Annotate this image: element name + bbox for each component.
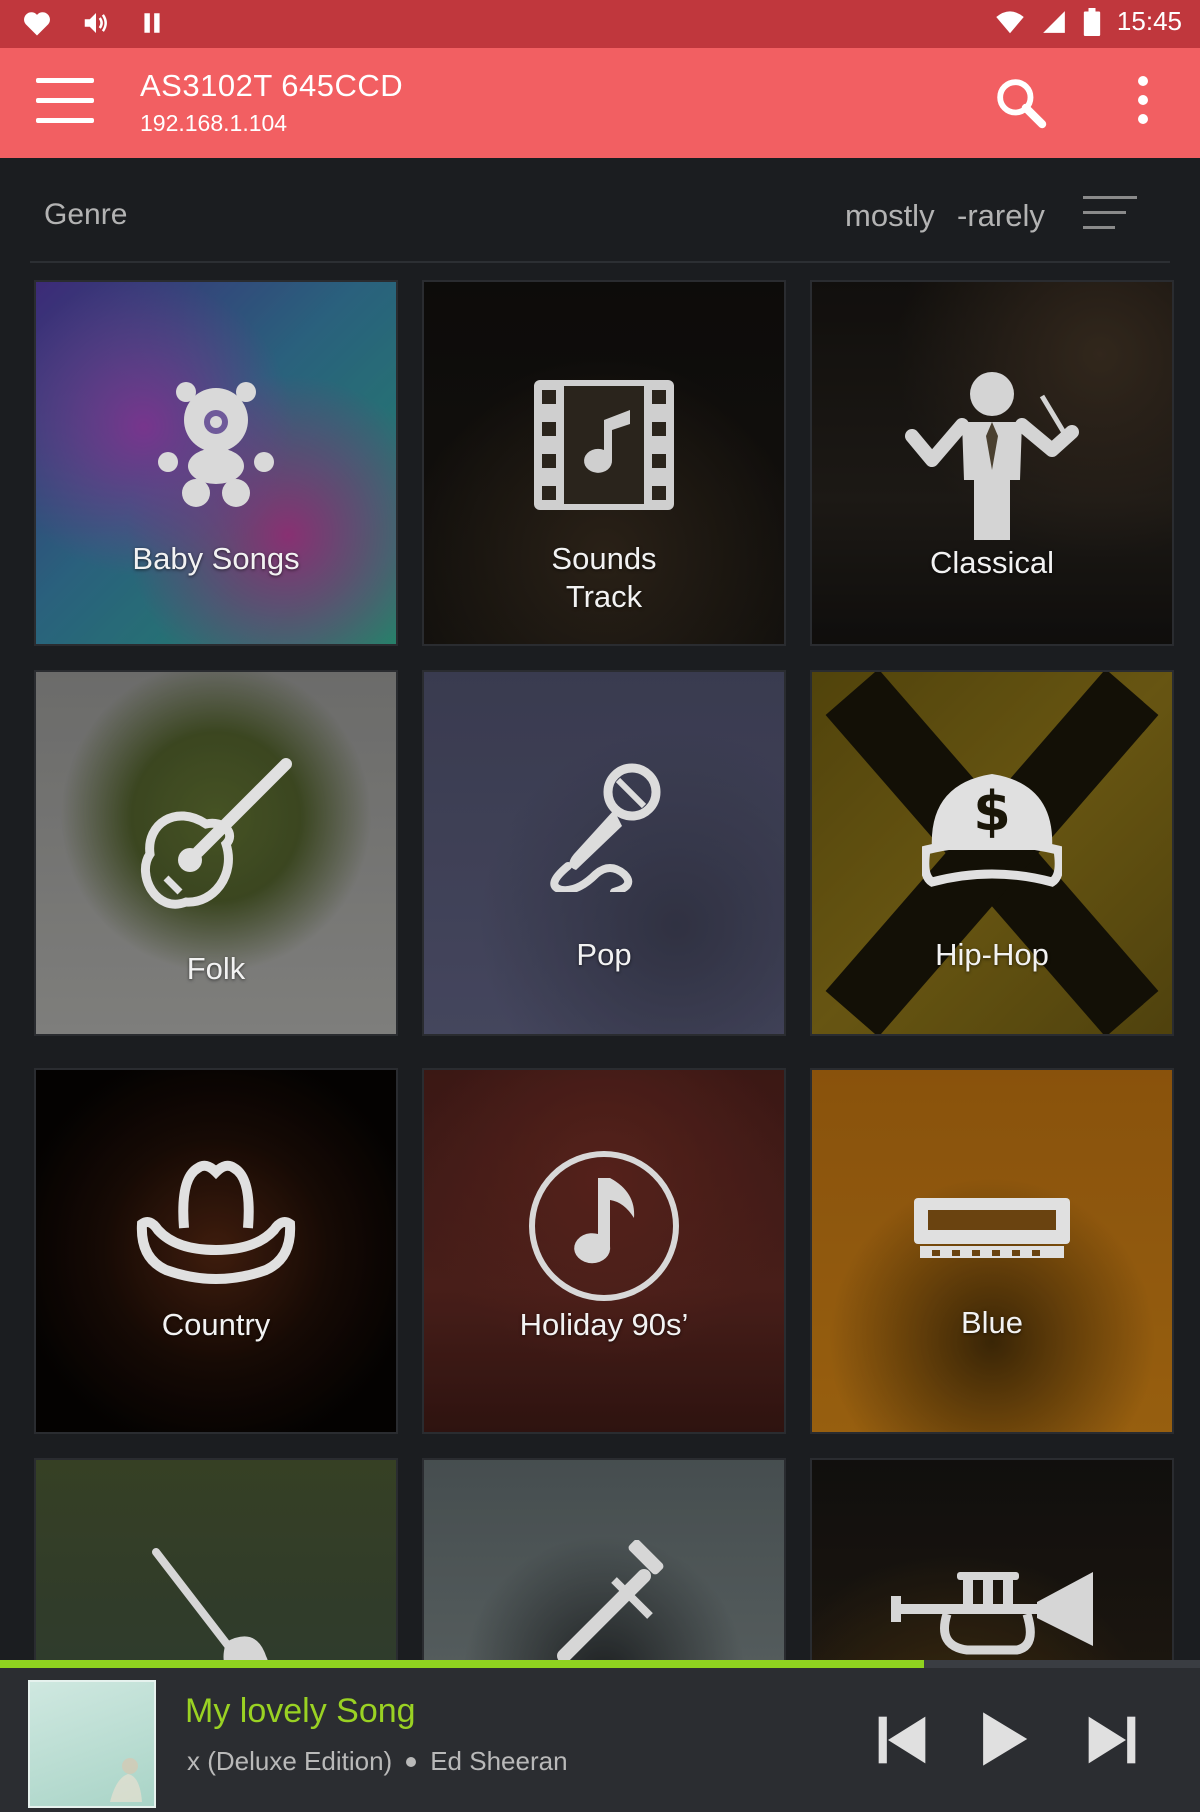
- album-art[interactable]: [28, 1680, 156, 1808]
- genre-label: Classical: [929, 545, 1055, 580]
- genre-label: Holiday 90s’: [519, 1307, 689, 1342]
- genre-tile-sounds-track[interactable]: Sounds Track: [424, 282, 784, 644]
- trumpet-icon: [891, 1572, 1093, 1655]
- sort-rarely-button[interactable]: -rarely: [957, 198, 1045, 234]
- volume-icon: [84, 13, 107, 33]
- section-title: Genre: [44, 198, 128, 231]
- genre-label: Sounds Track: [424, 540, 784, 616]
- music-note-circle-icon: [529, 1151, 679, 1301]
- genre-label: Hip-Hop: [935, 937, 1049, 972]
- song-subtitle: x (Deluxe Edition) Ed Sheeran: [187, 1746, 568, 1777]
- progress-fill: [0, 1660, 924, 1668]
- album-art-image: [110, 1758, 142, 1802]
- app-toolbar: AS3102T 645CCD 192.168.1.104: [0, 48, 1200, 158]
- more-vertical-icon[interactable]: [1128, 76, 1158, 132]
- search-icon[interactable]: [992, 74, 1048, 130]
- genre-grid-view: Genre mostly -rarely Baby Songs Sounds T…: [0, 158, 1200, 1666]
- sort-icon[interactable]: [1083, 196, 1137, 236]
- genre-label: Baby Songs: [132, 541, 300, 576]
- film-music-icon: [534, 380, 674, 510]
- genre-tile-pop[interactable]: Pop: [424, 672, 784, 1034]
- genre-tile-country[interactable]: Country: [36, 1070, 396, 1432]
- progress-track[interactable]: [0, 1660, 1200, 1668]
- genre-label-line: Sounds: [551, 541, 657, 576]
- acoustic-guitar-icon: [141, 758, 292, 909]
- clock: 15:45: [1116, 6, 1182, 36]
- album-name: x (Deluxe Edition): [187, 1746, 393, 1776]
- next-icon[interactable]: [1086, 1712, 1138, 1768]
- divider: [30, 261, 1170, 263]
- genre-label-line: Track: [565, 579, 643, 614]
- teddy-bear-icon: [158, 382, 274, 507]
- sort-bar: Genre mostly -rarely: [0, 158, 1200, 262]
- genre-tile-blue[interactable]: Blue: [812, 1070, 1172, 1432]
- device-name: AS3102T 645CCD: [140, 68, 404, 103]
- genre-tile-electric-guitar[interactable]: [36, 1460, 396, 1666]
- genre-label: Folk: [186, 951, 246, 986]
- heart-icon: [24, 12, 50, 36]
- genre-tile-holiday-90s[interactable]: Holiday 90s’: [424, 1070, 784, 1432]
- previous-icon[interactable]: [876, 1712, 928, 1768]
- dollar-cap-icon: $: [922, 774, 1062, 887]
- sort-mostly-button[interactable]: mostly: [845, 198, 935, 234]
- device-ip: 192.168.1.104: [140, 110, 288, 136]
- separator-dot: [406, 1757, 417, 1767]
- genre-tile-hip-hop[interactable]: $ Hip-Hop: [812, 672, 1172, 1034]
- battery-icon: [1083, 7, 1101, 36]
- svg-text:$: $: [973, 780, 1011, 843]
- conductor-icon: [905, 372, 1079, 540]
- signal-icon: [1043, 10, 1065, 33]
- genre-tile-folk[interactable]: Folk: [36, 672, 396, 1034]
- saxophone-icon: [557, 1540, 664, 1660]
- genre-tile-baby-songs[interactable]: Baby Songs: [36, 282, 396, 644]
- now-playing-bar[interactable]: My lovely Song x (Deluxe Edition) Ed Shee…: [0, 1660, 1200, 1812]
- electric-guitar-icon: [152, 1548, 269, 1666]
- pause-icon: [144, 13, 160, 33]
- artist-name: Ed Sheeran: [430, 1746, 568, 1776]
- genre-tile-classical[interactable]: Classical: [812, 282, 1172, 644]
- wifi-icon: [996, 10, 1024, 33]
- song-title: My lovely Song: [185, 1692, 416, 1730]
- microphone-icon: [550, 763, 661, 892]
- harmonica-icon: [914, 1198, 1070, 1258]
- status-bar: 15:45: [0, 0, 1200, 48]
- genre-tile-trumpet[interactable]: [812, 1460, 1172, 1666]
- hamburger-menu-icon[interactable]: [36, 78, 94, 128]
- genre-label: Blue: [960, 1305, 1024, 1340]
- play-icon[interactable]: [978, 1710, 1030, 1768]
- genre-label: Country: [161, 1307, 271, 1342]
- genre-tile-saxophone[interactable]: [424, 1460, 784, 1666]
- genre-label: Pop: [576, 937, 632, 972]
- cowboy-hat-icon: [136, 1160, 296, 1284]
